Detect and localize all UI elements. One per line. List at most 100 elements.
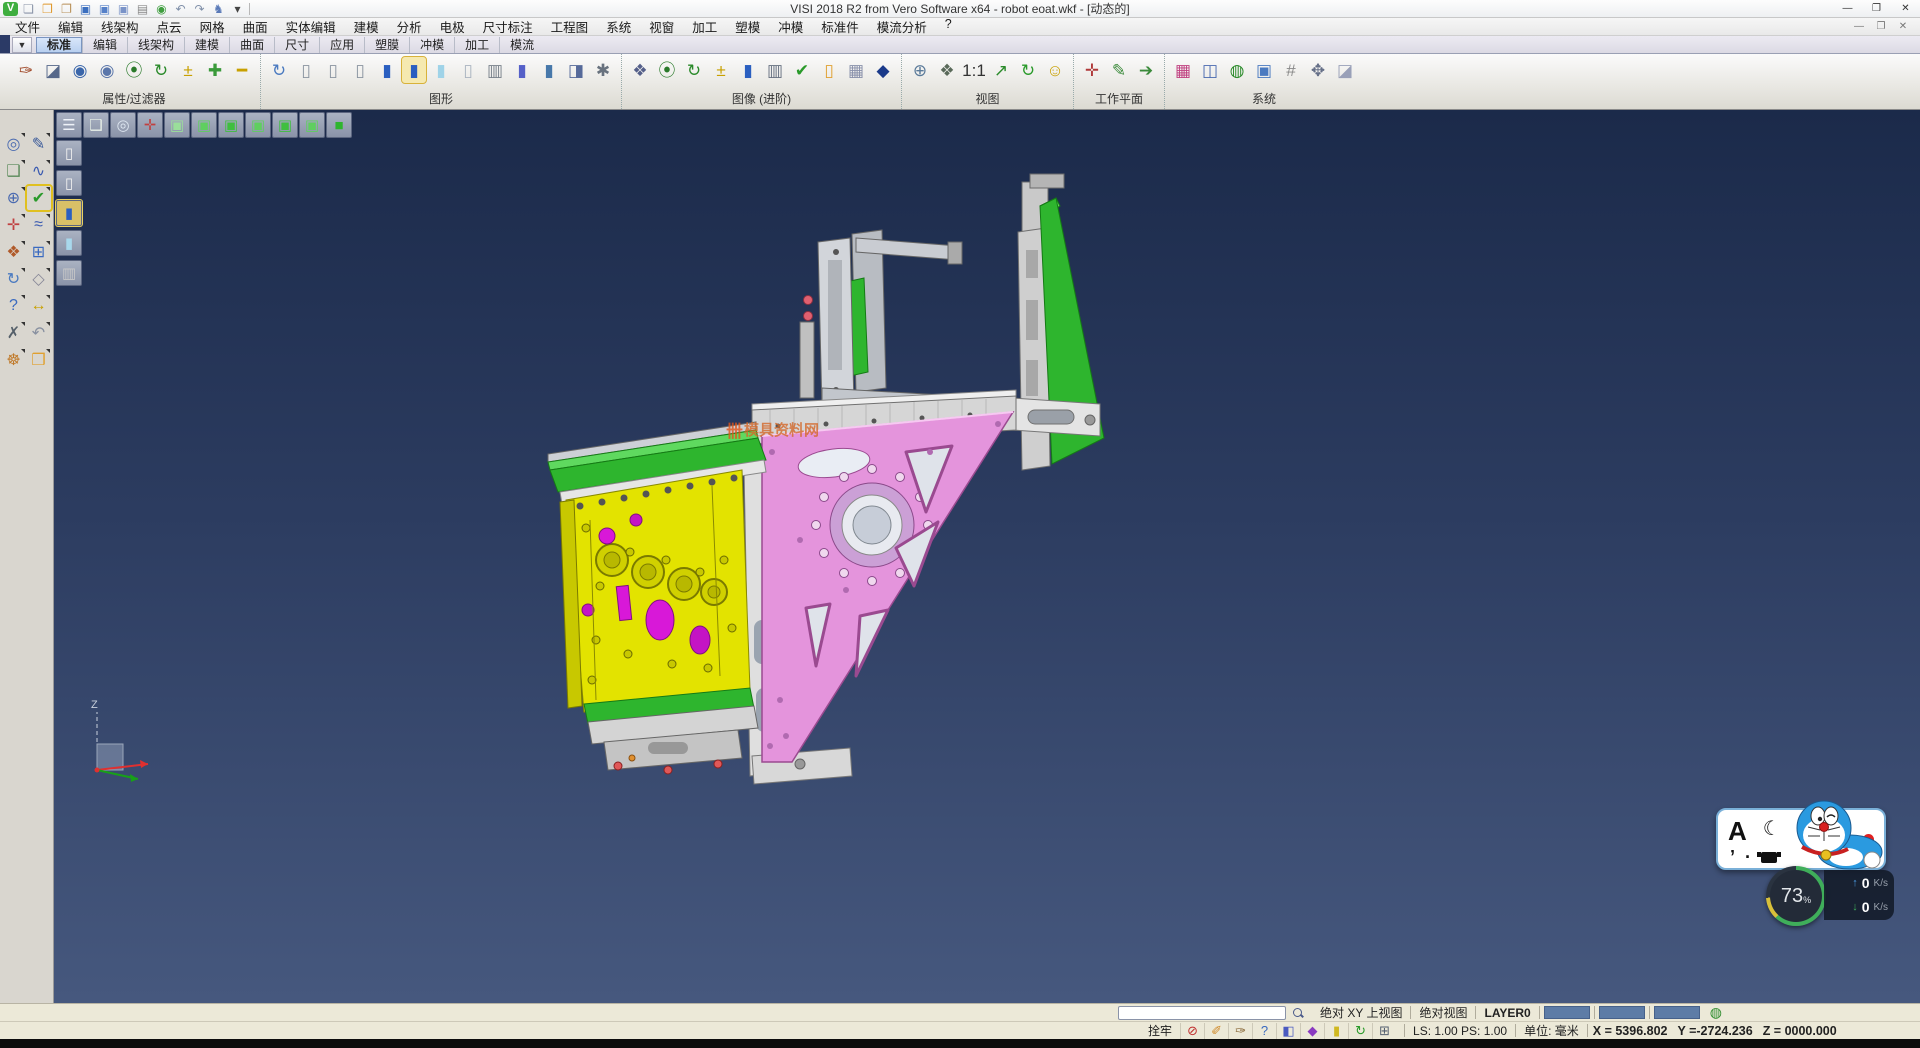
- filter-refresh-icon[interactable]: ↻: [149, 57, 173, 83]
- cylinder-hatched-icon[interactable]: ▥: [483, 57, 507, 83]
- cylinder-shaded-icon[interactable]: ▮: [375, 57, 399, 83]
- right-bracket-assembly[interactable]: [1012, 174, 1104, 470]
- vp-view-right-icon[interactable]: ▣: [272, 112, 298, 138]
- edit-pencil-icon[interactable]: ✎: [27, 132, 51, 156]
- graphics-tools-icon[interactable]: ✱: [591, 57, 615, 83]
- menu-item[interactable]: 标准件: [812, 17, 868, 36]
- ime-punctuation-indicator[interactable]: ’: [1730, 847, 1735, 868]
- redo-icon[interactable]: ↷: [191, 1, 208, 16]
- cylinder-wire2-icon[interactable]: ▯: [321, 57, 345, 83]
- ime-language-indicator[interactable]: A: [1728, 816, 1747, 847]
- maximize-button[interactable]: ❐: [1862, 0, 1891, 17]
- cylinder-wire-icon[interactable]: ▯: [294, 57, 318, 83]
- toolbar-tab[interactable]: 编辑: [82, 37, 127, 53]
- adv-cylinder-tag-icon[interactable]: ▯: [817, 57, 841, 83]
- filter-eye-remove-icon[interactable]: ◉: [95, 57, 119, 83]
- tab-dropdown-button[interactable]: ▼: [12, 37, 32, 53]
- menu-item[interactable]: 实体编辑: [277, 17, 345, 36]
- menu-item[interactable]: 分析: [388, 17, 431, 36]
- desktop-widget[interactable]: A ☾ ’ ·: [1716, 798, 1906, 923]
- adv-cylinder-blue-icon[interactable]: ▮: [736, 57, 760, 83]
- adv-cubes-refresh-icon[interactable]: ↻: [682, 57, 706, 83]
- mdi-restore-button[interactable]: ❐: [1870, 21, 1892, 32]
- vp-zoom-prev-icon[interactable]: ◎: [110, 112, 136, 138]
- workplane-axis-icon[interactable]: ✛: [1080, 57, 1104, 83]
- view-rotate-icon[interactable]: ↻: [1016, 57, 1040, 83]
- confirm-check-icon[interactable]: ✔: [27, 186, 51, 210]
- vp-view-top-icon[interactable]: ▣: [218, 112, 244, 138]
- pink-triangle-plate[interactable]: [762, 412, 1013, 762]
- new-file-icon[interactable]: ❏: [20, 1, 37, 16]
- graphics-viewport[interactable]: ☰❑◎✛▣▣▣▣▣▣■ ▯▯▮▮▥: [54, 110, 1920, 1003]
- workplane-edit-icon[interactable]: ✎: [1107, 57, 1131, 83]
- menu-item[interactable]: 线架构: [92, 17, 148, 36]
- adv-cylinder-check-icon[interactable]: ✔: [790, 57, 814, 83]
- view-scale-1-1-icon[interactable]: 1:1: [962, 57, 986, 83]
- ime-skin-icon[interactable]: [1761, 852, 1777, 863]
- adv-cylinder-wire-icon[interactable]: ▦: [844, 57, 868, 83]
- adv-cubes-add-icon[interactable]: ❖: [628, 57, 652, 83]
- color-swatch[interactable]: [1599, 1006, 1645, 1019]
- vp-ghost-icon[interactable]: ▮: [56, 230, 82, 256]
- mdi-close-button[interactable]: ✕: [1892, 21, 1914, 32]
- view-arrow-icon[interactable]: ↗: [989, 57, 1013, 83]
- open-folder-icon[interactable]: ❒: [39, 1, 56, 16]
- delete-trash-icon[interactable]: ✗: [2, 321, 26, 345]
- vp-fit-icon[interactable]: ❑: [83, 112, 109, 138]
- vp-view-front-icon[interactable]: ▣: [191, 112, 217, 138]
- undo-step-icon[interactable]: ↶: [27, 321, 51, 345]
- insert-file-icon[interactable]: ❐: [58, 1, 75, 16]
- vp-shaded-icon[interactable]: ▮: [56, 200, 82, 226]
- app-logo-icon[interactable]: V: [3, 2, 18, 16]
- left-fixture-assembly[interactable]: [548, 422, 766, 774]
- menu-item[interactable]: 文件: [6, 17, 49, 36]
- undo-icon[interactable]: ↶: [172, 1, 189, 16]
- menu-item[interactable]: 视窗: [640, 17, 683, 36]
- toolbar-tab[interactable]: 尺寸: [274, 37, 319, 53]
- print-icon[interactable]: ▤: [134, 1, 151, 16]
- vp-wireframe-icon[interactable]: ▯: [56, 140, 82, 166]
- status-cube-axes-icon[interactable]: ◧: [1276, 1023, 1300, 1039]
- shade-cube-icon[interactable]: ◇: [27, 267, 51, 291]
- spline-edit-icon[interactable]: ≈: [27, 213, 51, 237]
- system-slant-icon[interactable]: ◪: [1333, 57, 1357, 83]
- system-globe-tools-icon[interactable]: ◍: [1225, 57, 1249, 83]
- menu-item[interactable]: 尺寸标注: [474, 17, 542, 36]
- view-smiley-icon[interactable]: ☺: [1043, 57, 1067, 83]
- color-swatch[interactable]: [1544, 1006, 1590, 1019]
- toolbar-tab[interactable]: 标准: [36, 37, 82, 53]
- filter-traffic-icon[interactable]: ⦿: [122, 57, 146, 83]
- menu-item[interactable]: 冲模: [769, 17, 812, 36]
- units-indicator[interactable]: 单位: 毫米: [1516, 1022, 1587, 1039]
- system-hand-icon[interactable]: ✥: [1306, 57, 1330, 83]
- menu-item[interactable]: 系统: [597, 17, 640, 36]
- menu-item[interactable]: 网格: [191, 17, 234, 36]
- vp-hidden-line-icon[interactable]: ▯: [56, 170, 82, 196]
- ime-fullwidth-icon[interactable]: ☾: [1763, 816, 1781, 841]
- menu-item[interactable]: 编辑: [49, 17, 92, 36]
- menu-item[interactable]: 工程图: [542, 17, 598, 36]
- adv-cylinder-striped-icon[interactable]: ▥: [763, 57, 787, 83]
- layers-palette-icon[interactable]: ❖: [2, 240, 26, 264]
- cylinder-wire3-icon[interactable]: ▯: [348, 57, 372, 83]
- cylinder-shaded-active-icon[interactable]: ▮: [402, 57, 426, 83]
- hub-bore[interactable]: [853, 506, 891, 544]
- view-mode-indicator[interactable]: 绝对 XY 上视图: [1312, 1004, 1410, 1021]
- vp-wcs-icon[interactable]: ✛: [137, 112, 163, 138]
- absolute-view-indicator[interactable]: 绝对视图: [1411, 1004, 1475, 1021]
- status-help-icon[interactable]: ?: [1252, 1023, 1276, 1039]
- menu-item[interactable]: 模流分析: [868, 17, 936, 36]
- help-icon[interactable]: ?: [2, 294, 26, 318]
- lock-toggle[interactable]: 拴牢: [1140, 1022, 1180, 1039]
- macro-icon[interactable]: ♞: [210, 1, 227, 16]
- menu-item[interactable]: 电极: [431, 17, 474, 36]
- export-icon[interactable]: ▣: [115, 1, 132, 16]
- attribute-paint-icon[interactable]: ✑: [14, 57, 38, 83]
- toolbar-tab[interactable]: 加工: [454, 37, 499, 53]
- close-button[interactable]: ✕: [1891, 0, 1920, 17]
- graphics-refresh-icon[interactable]: ↻: [267, 57, 291, 83]
- cylinder-group-icon[interactable]: ▮: [510, 57, 534, 83]
- search-icon[interactable]: [1292, 1007, 1304, 1019]
- toolbar-tab[interactable]: 应用: [319, 37, 364, 53]
- curve-pencil-icon[interactable]: ∿: [27, 159, 51, 183]
